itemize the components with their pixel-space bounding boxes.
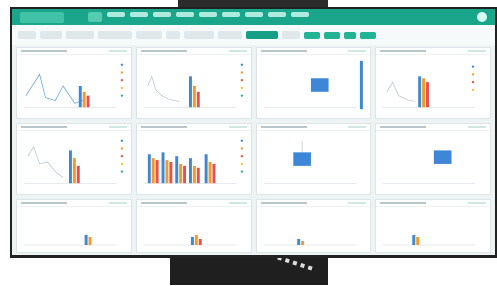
filter-chip[interactable] xyxy=(66,31,94,39)
filter-toolbar xyxy=(12,25,495,45)
filter-chip[interactable] xyxy=(18,31,36,39)
bar-chart xyxy=(20,209,128,249)
bar-chart xyxy=(140,57,248,115)
chart-panel xyxy=(135,47,252,119)
selected-filter[interactable] xyxy=(246,31,278,39)
apply-button[interactable] xyxy=(304,31,320,39)
grouped-bar-chart xyxy=(140,133,248,191)
filter-chip[interactable] xyxy=(184,31,214,39)
chart-panel xyxy=(16,199,132,253)
box-chart xyxy=(379,133,487,191)
action-button[interactable] xyxy=(344,31,356,39)
top-navigation-bar xyxy=(12,9,495,25)
filter-chip[interactable] xyxy=(98,31,132,39)
nav-item[interactable] xyxy=(199,12,217,17)
nav-item[interactable] xyxy=(107,12,125,17)
nav-item[interactable] xyxy=(291,12,309,17)
filter-chip[interactable] xyxy=(166,31,180,39)
filter-chip[interactable] xyxy=(136,31,162,39)
user-avatar[interactable] xyxy=(477,12,487,22)
chart-panel xyxy=(135,199,252,253)
chart-panel xyxy=(255,199,372,253)
stand-decoration xyxy=(273,254,326,286)
chart-panel xyxy=(16,47,132,119)
chart-grid xyxy=(16,47,491,253)
chart-panel xyxy=(135,123,252,195)
box-chart xyxy=(260,133,368,191)
nav-item[interactable] xyxy=(153,12,171,17)
chart-panel xyxy=(255,123,372,195)
dashboard-screen xyxy=(12,9,495,255)
chart-panel xyxy=(375,123,491,195)
bar-chart xyxy=(379,209,487,249)
action-button[interactable] xyxy=(360,31,376,39)
main-nav xyxy=(88,12,309,22)
chart-panel xyxy=(375,199,491,253)
filter-chip[interactable] xyxy=(40,31,62,39)
bar-chart xyxy=(140,209,248,249)
nav-item[interactable] xyxy=(222,12,240,17)
nav-item[interactable] xyxy=(268,12,286,17)
nav-item[interactable] xyxy=(130,12,148,17)
monitor-frame xyxy=(10,7,497,258)
nav-item-active[interactable] xyxy=(88,12,102,22)
monitor-stand-bottom xyxy=(170,254,328,286)
bar-chart xyxy=(20,133,128,191)
nav-item[interactable] xyxy=(245,12,263,17)
filter-chip[interactable] xyxy=(218,31,242,39)
bar-chart xyxy=(379,57,487,115)
bar-chart xyxy=(260,209,368,249)
app-logo xyxy=(20,11,64,23)
box-chart xyxy=(260,57,368,115)
chart-panel xyxy=(255,47,372,119)
nav-item[interactable] xyxy=(176,12,194,17)
chart-panel xyxy=(16,123,132,195)
action-button[interactable] xyxy=(324,31,340,39)
filter-chip[interactable] xyxy=(282,31,300,39)
chart-panel xyxy=(375,47,491,119)
line-bar-chart xyxy=(20,57,128,115)
